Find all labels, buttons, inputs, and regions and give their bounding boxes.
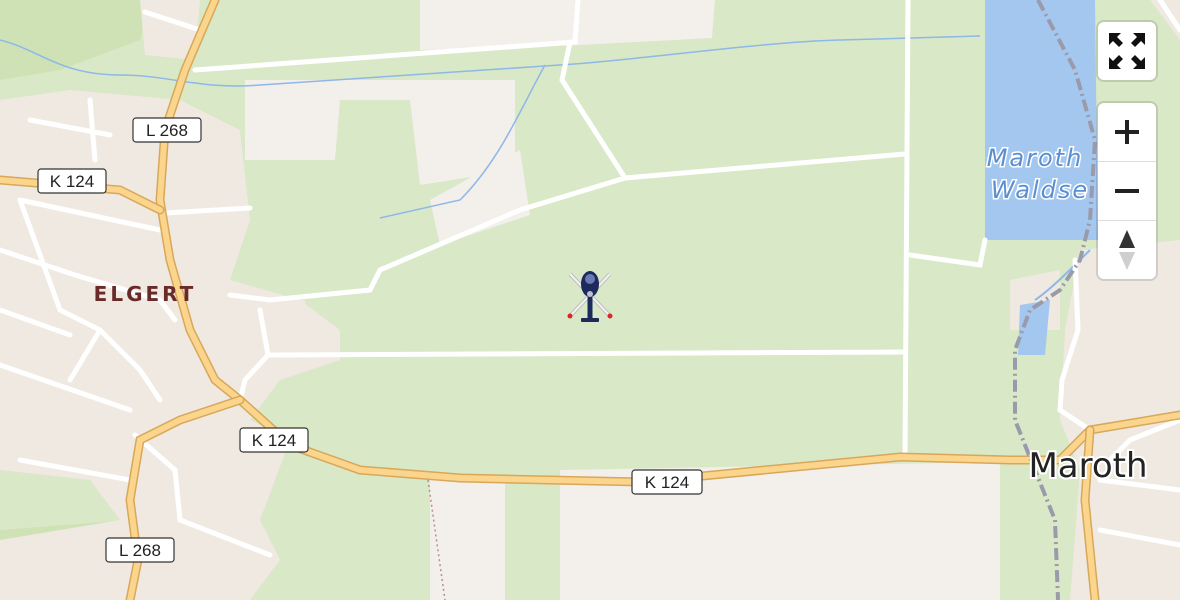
zoom-out-button[interactable] bbox=[1098, 162, 1156, 221]
reset-bearing-button[interactable] bbox=[1098, 221, 1156, 279]
zoom-in-button[interactable] bbox=[1098, 103, 1156, 162]
plus-icon bbox=[1115, 120, 1139, 144]
road-label: L 268 bbox=[146, 121, 188, 140]
road-label: K 124 bbox=[50, 172, 94, 191]
navigation-control bbox=[1098, 103, 1156, 279]
place-label-elgert: ELGERT bbox=[94, 282, 197, 306]
minus-icon bbox=[1115, 189, 1139, 193]
road-label: K 124 bbox=[252, 431, 296, 450]
road-shield: K 124 bbox=[631, 469, 703, 495]
road-shield: L 268 bbox=[105, 537, 175, 563]
place-label-maroth: Maroth bbox=[1028, 446, 1147, 486]
map-canvas[interactable]: L 268 K 124 K 124 K 124 L 268 ELGERT Mar… bbox=[0, 0, 1180, 600]
fullscreen-control bbox=[1098, 22, 1156, 80]
settlement-area bbox=[270, 300, 305, 350]
compass-icon bbox=[1119, 230, 1135, 270]
lake bbox=[985, 0, 1098, 240]
road-shield: K 124 bbox=[37, 168, 107, 194]
water-label-line-1: Maroth bbox=[987, 144, 1084, 172]
road-shield: L 268 bbox=[132, 117, 202, 143]
road-shield: K 124 bbox=[239, 427, 309, 453]
fullscreen-button[interactable] bbox=[1098, 22, 1156, 80]
water-label-line-2: Waldse bbox=[991, 176, 1089, 204]
field-area bbox=[430, 480, 505, 600]
road-label: K 124 bbox=[645, 473, 689, 492]
fullscreen-icon bbox=[1109, 33, 1145, 69]
road-label: L 268 bbox=[119, 541, 161, 560]
